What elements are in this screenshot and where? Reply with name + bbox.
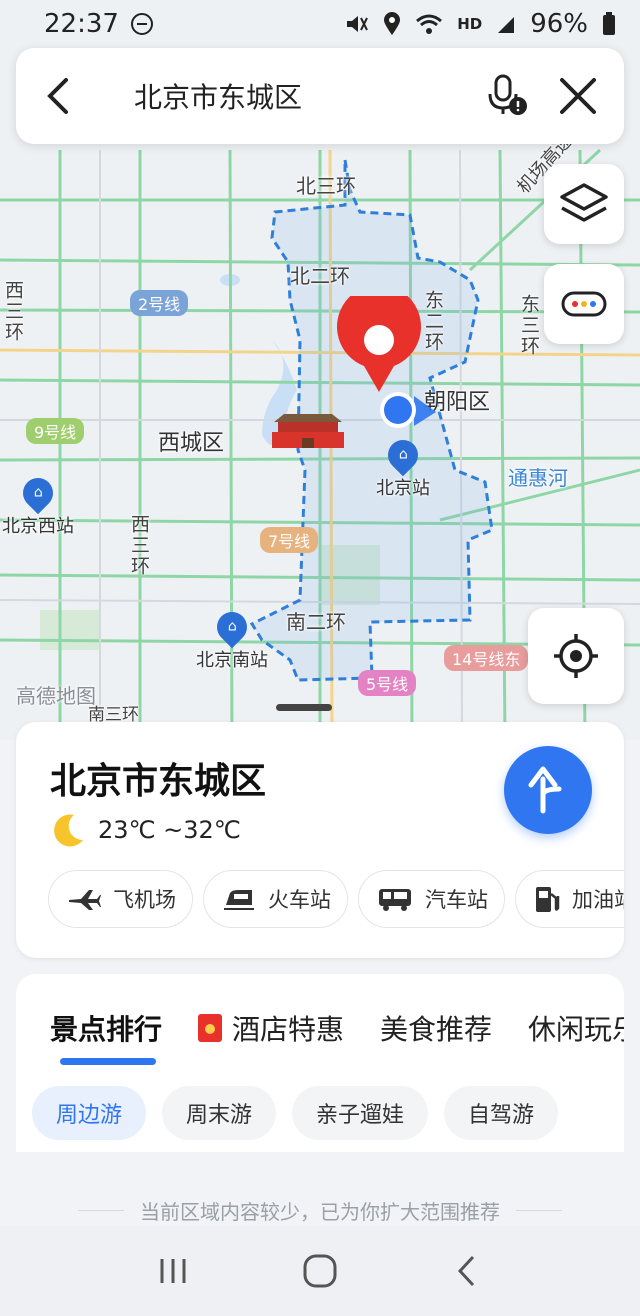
status-time: 22:37: [44, 9, 119, 39]
line-7-pill: 7号线: [260, 527, 319, 553]
moon-icon: [54, 814, 83, 847]
search-query[interactable]: 北京市东城区: [134, 76, 486, 116]
weather-temperature: 23℃ ~32℃: [98, 816, 241, 844]
battery-level: 96%: [530, 9, 588, 39]
location-icon: [384, 12, 401, 35]
tab-leisure-label: 休闲玩乐: [528, 1013, 624, 1046]
map-label-west-edge: 西三环: [2, 280, 24, 343]
chip-gas-station[interactable]: 加油站: [515, 870, 624, 928]
crosshair-icon: [554, 634, 598, 678]
map-label-north-second-ring: 北二环: [290, 264, 350, 288]
map-label-east-third-ring: 东三环: [518, 294, 540, 357]
notice-text: 当前区域内容较少，已为你扩大范围推荐: [140, 1200, 500, 1224]
active-tab-indicator: [60, 1058, 156, 1065]
microphone-icon: [488, 74, 527, 115]
chip-gas-station-label: 加油站: [572, 888, 624, 912]
line-2-pill: 2号线: [130, 290, 189, 316]
map-label-west-third-ring: 西三环: [128, 514, 150, 577]
network-type: HD: [457, 15, 483, 33]
station-beijing-label: 北京站: [376, 478, 430, 499]
red-packet-icon: [198, 1014, 223, 1042]
chip-train-station[interactable]: 火车站: [203, 870, 348, 928]
trip-type-filters: 周边游 周末游 亲子遛娃 自驾游: [32, 1086, 559, 1140]
filter-weekend-trip[interactable]: 周末游: [162, 1086, 277, 1140]
more-tools-button[interactable]: [544, 264, 624, 344]
tab-hotel-deals[interactable]: 酒店特惠: [198, 1008, 344, 1048]
expanded-range-notice: 当前区域内容较少，已为你扩大范围推荐: [0, 1196, 640, 1225]
map-layers-button[interactable]: [544, 164, 624, 244]
chevron-left-icon: [47, 78, 68, 114]
map-label-north-third-ring: 北三环: [296, 174, 356, 198]
close-icon: [560, 78, 596, 114]
recommend-tabs: 景点排行 酒店特惠 美食推荐 休闲玩乐: [50, 1008, 624, 1048]
divider: [78, 1210, 124, 1211]
station-beijing-south-label: 北京南站: [196, 650, 268, 671]
filter-road-trip[interactable]: 自驾游: [444, 1086, 559, 1140]
tab-attractions-label: 景点排行: [50, 1013, 163, 1046]
recent-apps-icon: [160, 1259, 186, 1283]
map-label-xicheng: 西城区: [158, 431, 225, 456]
filter-nearby-trip[interactable]: 周边游: [32, 1086, 147, 1140]
do-not-disturb-icon: [130, 13, 153, 35]
wifi-icon: [416, 14, 443, 34]
chip-train-station-label: 火车站: [268, 888, 331, 912]
bus-icon: [379, 889, 411, 911]
map-label-south-second-ring: 南二环: [286, 610, 346, 634]
tab-hotel-deals-label: 酒店特惠: [232, 1013, 345, 1046]
location-marker-icon[interactable]: [334, 296, 424, 396]
nearby-category-chips: 飞机场 火车站 汽车站 加油站: [48, 870, 624, 928]
map-label-tonghui-river: 通惠河: [508, 466, 568, 490]
locate-me-button[interactable]: [528, 608, 624, 704]
chip-airport[interactable]: 飞机场: [48, 870, 193, 928]
search-bar[interactable]: 北京市东城区: [16, 48, 624, 144]
status-bar: 22:37 HD 96%: [0, 0, 640, 48]
filter-family-trip[interactable]: 亲子遛娃: [292, 1086, 429, 1140]
recent-apps-button[interactable]: [143, 1241, 203, 1301]
system-back-button[interactable]: [437, 1241, 497, 1301]
train-icon: [224, 890, 254, 910]
station-beijing-west[interactable]: ⌂ 北京西站: [2, 471, 74, 538]
signal-icon: [498, 17, 515, 33]
layers-icon: [560, 183, 608, 222]
fuel-icon: [536, 887, 560, 912]
station-beijing-west-label: 北京西站: [2, 516, 74, 537]
more-dots-icon: [561, 291, 607, 317]
tab-attractions[interactable]: 景点排行: [50, 1008, 162, 1048]
weather-row: 23℃ ~32℃: [50, 812, 241, 848]
home-button[interactable]: [290, 1241, 350, 1301]
line-5-pill: 5号线: [358, 670, 417, 696]
navigate-button[interactable]: [504, 746, 592, 834]
chip-airport-label: 飞机场: [113, 888, 176, 912]
tab-food-label: 美食推荐: [380, 1013, 493, 1046]
train-station-icon: ⌂: [381, 433, 425, 477]
tab-leisure[interactable]: 休闲玩乐: [528, 1008, 624, 1048]
place-info-card: 北京市东城区 23℃ ~32℃ 飞机场 火车站 汽车站 加油站: [16, 722, 624, 958]
chip-bus-station-label: 汽车站: [425, 888, 488, 912]
current-position-icon: [380, 392, 436, 428]
recommend-card: 景点排行 酒店特惠 美食推荐 休闲玩乐 周边游 周末游 亲子遛娃 自驾游: [16, 974, 624, 1152]
line-14-pill: 14号线东: [444, 645, 529, 671]
tab-food[interactable]: 美食推荐: [380, 1008, 492, 1048]
place-title: 北京市东城区: [50, 761, 267, 802]
mute-icon: [347, 16, 369, 32]
back-button[interactable]: [42, 74, 86, 118]
chip-bus-station[interactable]: 汽车站: [358, 870, 505, 928]
divider: [516, 1210, 562, 1211]
drag-handle[interactable]: [276, 704, 332, 711]
station-beijing[interactable]: ⌂ 北京站: [376, 433, 430, 500]
clear-button[interactable]: [556, 74, 600, 118]
station-beijing-south[interactable]: ⌂ 北京南站: [196, 605, 268, 672]
voice-search-button[interactable]: [486, 74, 530, 118]
plane-icon: [69, 890, 101, 910]
map-label-east-second-ring: 东二环: [422, 290, 444, 353]
home-icon: [303, 1254, 337, 1288]
line-9-pill: 9号线: [26, 418, 85, 444]
train-station-icon: ⌂: [16, 471, 60, 515]
route-arrow-icon: [528, 766, 562, 814]
system-navigation-bar: [0, 1226, 640, 1316]
battery-icon: [603, 12, 615, 35]
map-watermark: 高德地图: [16, 684, 96, 708]
train-station-icon: ⌂: [210, 605, 254, 649]
back-arrow-icon: [457, 1255, 474, 1287]
